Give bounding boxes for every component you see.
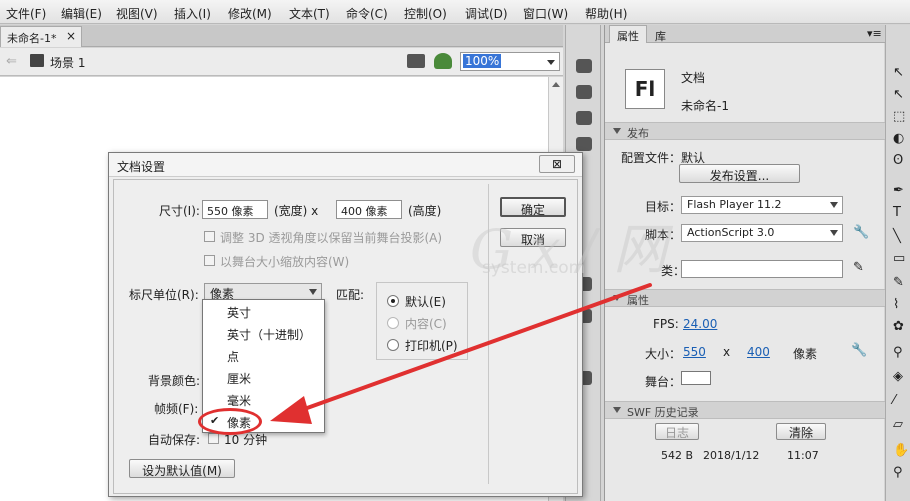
- watermark-text: system.com: [482, 258, 586, 278]
- annotation-arrow: [270, 283, 652, 424]
